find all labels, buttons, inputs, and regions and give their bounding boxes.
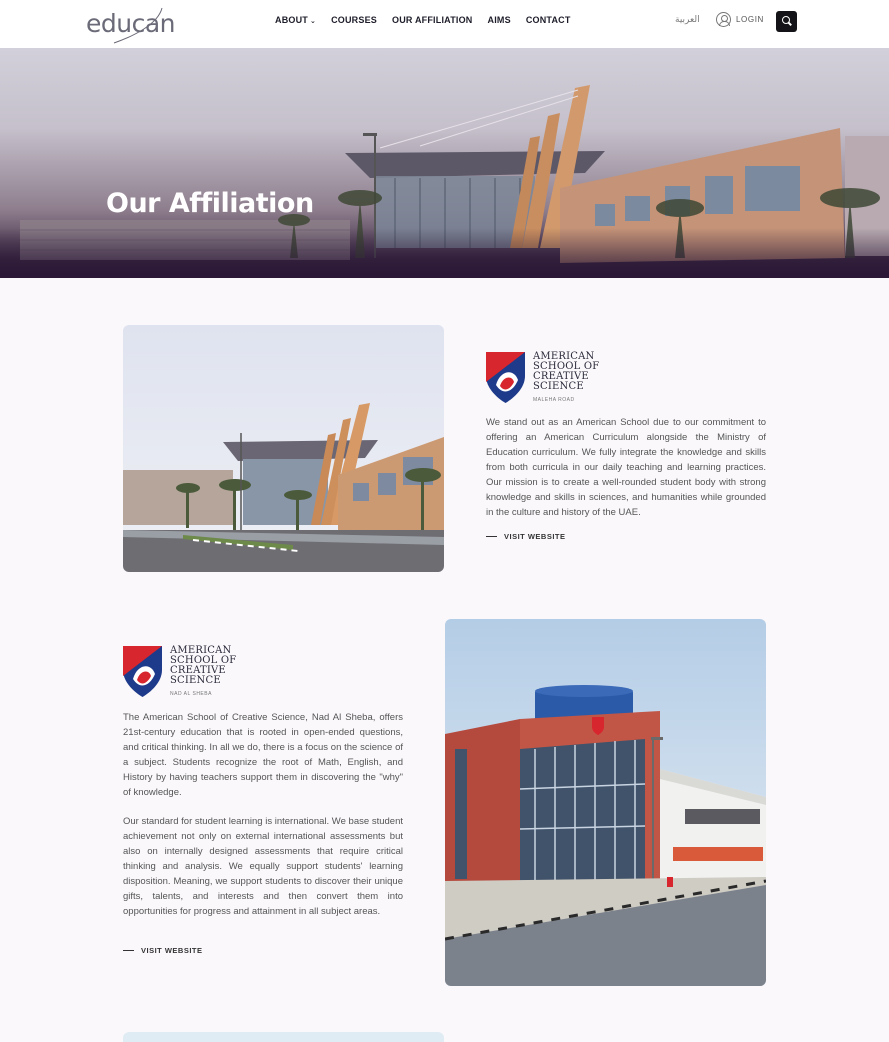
school-1-logo-sub: MALEHA ROAD — [533, 397, 575, 403]
login-button[interactable]: LOGIN — [716, 12, 764, 27]
school-2-visit-website-link[interactable]: VISIT WEBSITE — [123, 946, 203, 955]
school-2-logo-text: AMERICAN SCHOOL OF CREATIVE SCIENCE — [170, 646, 236, 686]
login-label: LOGIN — [736, 15, 764, 24]
school-2-logo-sub: NAD AL SHEBA — [170, 691, 212, 697]
main-nav: ABOUT ⌄ COURSES OUR AFFILIATION AIMS CONT… — [275, 15, 571, 25]
logo-line: SCIENCE — [170, 675, 221, 686]
search-button[interactable] — [776, 11, 797, 32]
chevron-down-icon: ⌄ — [310, 18, 317, 25]
nav-item-label: ABOUT — [275, 15, 308, 25]
language-switch[interactable]: العربية — [675, 15, 700, 25]
nav-item-about[interactable]: ABOUT ⌄ — [275, 15, 316, 25]
nav-item-aims[interactable]: AIMS — [488, 15, 511, 25]
hero-banner: Our Affiliation — [0, 48, 889, 278]
hero-building-image — [0, 85, 889, 278]
school-2-photo — [445, 619, 766, 986]
school-1-logo: AMERICAN SCHOOL OF CREATIVE SCIENCE MALE… — [486, 352, 606, 404]
dash-icon — [123, 950, 134, 951]
school-2-logo: AMERICAN SCHOOL OF CREATIVE SCIENCE NAD … — [123, 646, 243, 698]
dash-icon — [486, 536, 497, 537]
school-1-photo — [123, 325, 444, 572]
site-header: educan ABOUT ⌄ COURSES OUR AFFILIATION AI… — [0, 0, 889, 48]
shield-icon — [123, 646, 162, 697]
shield-icon — [486, 352, 525, 403]
visit-website-label: VISIT WEBSITE — [141, 946, 203, 955]
school-2-description-1: The American School of Creative Science,… — [123, 712, 403, 798]
nav-item-our-affiliation[interactable]: OUR AFFILIATION — [392, 15, 473, 25]
school-1-visit-website-link[interactable]: VISIT WEBSITE — [486, 532, 566, 541]
page-title: Our Affiliation — [106, 188, 314, 219]
visit-website-label: VISIT WEBSITE — [504, 532, 566, 541]
logo-line: SCIENCE — [533, 381, 584, 392]
nav-item-contact[interactable]: CONTACT — [526, 15, 571, 25]
site-logo[interactable]: educan — [86, 6, 176, 44]
school-2-description-2: Our standard for student learning is int… — [123, 816, 403, 917]
nav-item-courses[interactable]: COURSES — [331, 15, 377, 25]
logo-swoosh-icon — [113, 7, 163, 44]
school-1-description: We stand out as an American School due t… — [486, 417, 766, 518]
school-1-logo-text: AMERICAN SCHOOL OF CREATIVE SCIENCE — [533, 352, 599, 392]
school-3-photo-partial — [123, 1032, 444, 1042]
user-circle-icon — [716, 12, 731, 27]
